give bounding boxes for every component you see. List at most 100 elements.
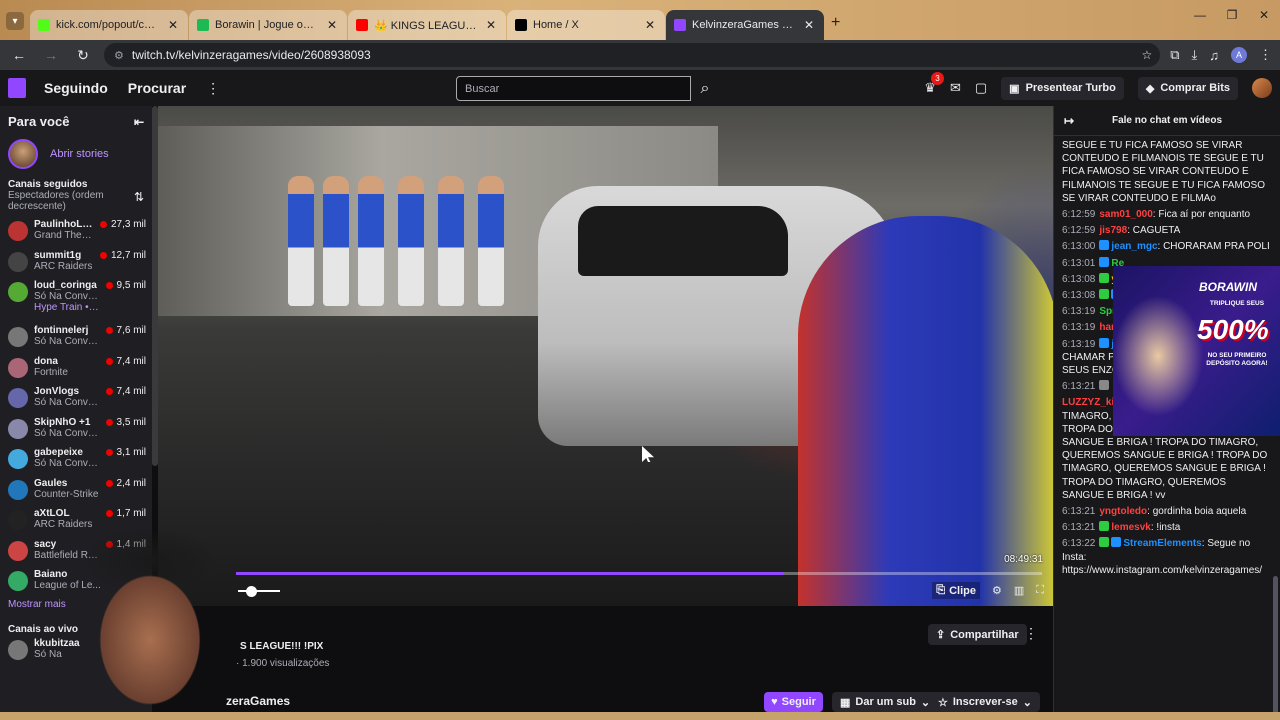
- sidebar-channel-item[interactable]: summit1g ARC Raiders 12,7 mil: [0, 247, 152, 278]
- clip-button[interactable]: ⎘ Clipe: [932, 582, 981, 599]
- tab-close-icon[interactable]: ✕: [325, 18, 339, 32]
- video-progress-fill: [236, 572, 785, 575]
- chat-header: ↦ Fale no chat em vídeos: [1054, 106, 1280, 136]
- video-player[interactable]: 08:49:31: [158, 106, 1053, 606]
- forward-icon[interactable]: →: [40, 44, 62, 66]
- chat-message: 6:12:59 jis798: CAGUETA: [1054, 223, 1280, 239]
- site-info-icon[interactable]: ⚙: [114, 49, 124, 62]
- sidebar-channel-item[interactable]: gabepeixe Só Na Conver... 3,1 mil: [0, 444, 152, 475]
- browser-tab[interactable]: KelvinzeraGames - Twitch ✕: [666, 10, 824, 40]
- browser-tab-bar: ▾ kick.com/popout/carioca/chat✕Borawin |…: [0, 0, 1280, 40]
- search-icon[interactable]: ⌕: [692, 76, 718, 101]
- browser-tab[interactable]: kick.com/popout/carioca/chat ✕: [30, 10, 188, 40]
- chat-username[interactable]: lemesvk: [1111, 522, 1150, 533]
- buy-bits-button[interactable]: ◆ Comprar Bits: [1137, 76, 1238, 100]
- video-more-icon[interactable]: ⋮: [1024, 625, 1038, 642]
- chat-scrollbar[interactable]: [1273, 576, 1278, 716]
- fullscreen-icon[interactable]: ⛶: [1036, 584, 1044, 597]
- desktop-strip: [0, 712, 1280, 720]
- tab-close-icon[interactable]: ✕: [643, 18, 657, 32]
- nav-browse[interactable]: Procurar: [128, 80, 186, 96]
- video-person: [478, 176, 504, 306]
- share-button[interactable]: ⇪ Compartilhar: [928, 624, 1027, 645]
- gift-turbo-label: Presentear Turbo: [1025, 82, 1116, 94]
- sidebar-channel-item[interactable]: dona Fortnite 7,4 mil: [0, 353, 152, 384]
- video-car-window: [578, 206, 788, 276]
- open-stories[interactable]: Abrir stories: [0, 135, 152, 173]
- browser-tab[interactable]: Home / X ✕: [507, 10, 665, 40]
- channel-info: fontinnelerj Só Na Conve...: [34, 325, 100, 347]
- sidebar-channel-item[interactable]: SkipNhO +1 Só Na Conve... 3,5 mil: [0, 414, 152, 445]
- video-progress-bar[interactable]: [236, 572, 1042, 575]
- viewer-count: 12,7 mil: [110, 249, 146, 261]
- tab-close-icon[interactable]: ✕: [484, 18, 498, 32]
- sidebar-channel-item[interactable]: PaulinhoLOK...Grand Theft... 27,3 mil: [0, 216, 152, 247]
- inbox-icon[interactable]: ✉: [950, 80, 961, 96]
- theatre-mode-icon[interactable]: ▥: [1014, 584, 1024, 597]
- nav-following[interactable]: Seguindo: [44, 80, 108, 96]
- gift-turbo-button[interactable]: ▣ Presentear Turbo: [1001, 76, 1124, 100]
- clip-label: Clipe: [949, 584, 977, 597]
- new-tab-icon[interactable]: +: [831, 14, 840, 32]
- prime-loot-icon[interactable]: ♛ 3: [924, 72, 944, 96]
- bookmark-star-icon[interactable]: ☆: [1141, 48, 1152, 62]
- search-input[interactable]: Buscar: [456, 76, 691, 101]
- follow-button[interactable]: ♥ Seguir: [764, 692, 823, 712]
- extensions-icon[interactable]: ⧉: [1170, 47, 1179, 63]
- tab-close-icon[interactable]: ✕: [166, 18, 180, 32]
- followed-channels-heading: Canais seguidos: [0, 173, 152, 190]
- chat-username[interactable]: StreamElements: [1123, 538, 1201, 549]
- sidebar-channel-item[interactable]: fontinnelerj Só Na Conve... 7,6 mil: [0, 322, 152, 353]
- channel-avatar: [8, 449, 28, 469]
- twitch-logo-icon[interactable]: [8, 78, 26, 98]
- user-avatar[interactable]: [1252, 78, 1272, 98]
- tab-title: KelvinzeraGames - Twitch: [692, 19, 796, 31]
- sidebar-channel-item[interactable]: Gaules Counter-Strike 2,4 mil: [0, 475, 152, 506]
- url-field[interactable]: ⚙ twitch.tv/kelvinzeragames/video/260893…: [104, 43, 1161, 67]
- settings-gear-icon[interactable]: ⚙: [992, 584, 1002, 597]
- tab-close-icon[interactable]: ✕: [802, 18, 816, 32]
- collapse-sidebar-icon[interactable]: ⇤: [134, 115, 144, 129]
- collapse-chat-icon[interactable]: ↦: [1064, 114, 1074, 128]
- live-dot-icon: [105, 449, 113, 456]
- back-icon[interactable]: ←: [8, 44, 30, 66]
- profile-avatar[interactable]: A: [1231, 47, 1247, 63]
- chat-badge-icon: [1099, 272, 1110, 283]
- chat-username[interactable]: jean_mgc: [1111, 241, 1157, 252]
- channel-viewers: 12,7 mil: [99, 249, 146, 261]
- reload-icon[interactable]: ↻: [72, 44, 94, 66]
- gift-sub-button[interactable]: ▦ Dar um sub ⌄: [832, 692, 939, 712]
- channel-name: dona: [34, 355, 58, 367]
- tab-search-icon[interactable]: ▾: [6, 12, 24, 30]
- sort-icon[interactable]: ⇅: [134, 190, 144, 212]
- maximize-icon[interactable]: ❐: [1216, 0, 1248, 30]
- minimize-icon[interactable]: —: [1184, 0, 1216, 30]
- more-menu-icon[interactable]: ⋮: [206, 80, 220, 97]
- chat-message: 6:13:21 lemesvk: !insta: [1054, 520, 1280, 536]
- tab-title: Borawin | Jogue os Melhores Sl: [215, 19, 319, 31]
- sidebar-channel-item[interactable]: loud_coringa Só Na Conve... Hype Train • N…: [0, 277, 152, 322]
- browser-menu-icon[interactable]: ⋮: [1259, 47, 1272, 63]
- chat-username[interactable]: sam01_000: [1099, 209, 1152, 220]
- borawin-ad[interactable]: BORAWIN TRIPLIQUE SEUS 500% NO SEU PRIME…: [1113, 266, 1280, 436]
- close-window-icon[interactable]: ✕: [1248, 0, 1280, 30]
- channel-game: Grand Theft...: [34, 230, 94, 241]
- chat-timestamp: 6:12:59: [1062, 225, 1096, 237]
- tab-title: 👑 KINGS LEAGUE | ÚLTIMA RO: [374, 19, 478, 32]
- channel-avatar: [8, 571, 28, 591]
- channel-avatar: [8, 221, 28, 241]
- chat-username[interactable]: jis798: [1099, 225, 1127, 236]
- chat-badge-icon: [1099, 337, 1110, 348]
- sidebar-channel-item[interactable]: JonVlogs Só Na Conve... 7,4 mil: [0, 383, 152, 414]
- media-control-icon[interactable]: ♫: [1209, 48, 1219, 63]
- browser-tab[interactable]: Borawin | Jogue os Melhores Sl ✕: [189, 10, 347, 40]
- browser-tab[interactable]: 👑 KINGS LEAGUE | ÚLTIMA RO ✕: [348, 10, 506, 40]
- heart-icon: ♥: [771, 696, 778, 708]
- tab-favicon-icon: [38, 19, 50, 31]
- download-icon[interactable]: ⤓: [1192, 47, 1198, 63]
- subscribe-button[interactable]: ☆ Inscrever-se ⌄: [930, 692, 1040, 712]
- channel-game: Fortnite: [34, 366, 68, 378]
- whispers-icon[interactable]: ▢: [975, 80, 987, 96]
- twitch-top-nav: Seguindo Procurar ⋮ Buscar ⌕ ♛ 3 ✉ ▢ ▣ Pre…: [0, 70, 1280, 106]
- chat-username[interactable]: yngtoledo: [1099, 506, 1147, 517]
